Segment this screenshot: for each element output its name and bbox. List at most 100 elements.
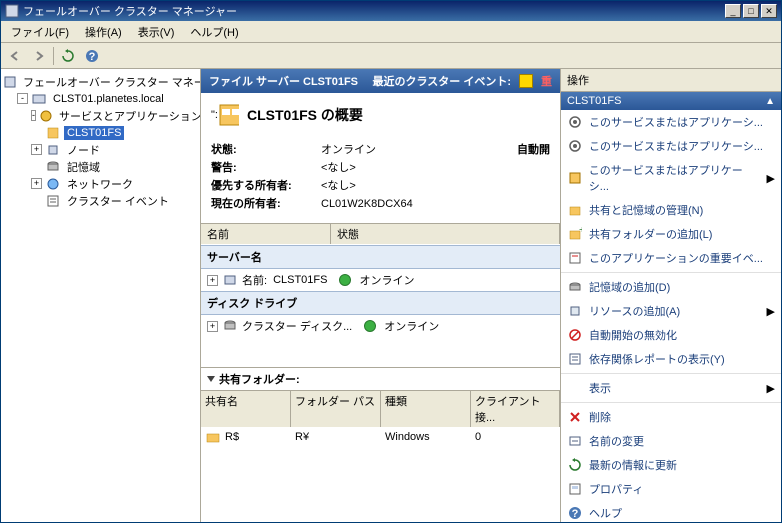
- expander-icon[interactable]: +: [207, 275, 218, 286]
- action-label: このサービスまたはアプリケーシ...: [589, 138, 763, 154]
- tree-services-label: サービスとアプリケーション: [56, 107, 201, 125]
- tree-cluster-label: CLST01.planetes.local: [50, 92, 167, 106]
- app-window: フェールオーバー クラスター マネージャー _ □ ✕ ファイル(F) 操作(A…: [0, 0, 782, 523]
- servers-group-header[interactable]: サーバー名: [201, 245, 560, 269]
- action-item[interactable]: 依存関係レポートの表示(Y): [561, 347, 781, 371]
- minimize-button[interactable]: _: [725, 4, 741, 18]
- events-icon: [45, 194, 61, 208]
- help-button[interactable]: ?: [82, 46, 102, 66]
- server-row[interactable]: + 名前: CLST01FS オンライン: [201, 269, 560, 291]
- expander-icon[interactable]: +: [31, 178, 42, 189]
- col-status[interactable]: 状態: [331, 224, 560, 244]
- expander-icon[interactable]: +: [31, 144, 42, 155]
- share-folder-icon: [205, 430, 221, 444]
- action-item[interactable]: プロパティ: [561, 477, 781, 501]
- tree-selected-app[interactable]: CLST01FS: [3, 124, 198, 141]
- share-section: 共有フォルダー: 共有名 フォルダー パス 種類 クライアント接... R$ R…: [201, 367, 560, 446]
- submenu-arrow-icon: ▶: [767, 305, 775, 318]
- action-item[interactable]: 自動開始の無効化: [561, 323, 781, 347]
- status-row-pref: 優先する所有者: <なし>: [211, 177, 550, 195]
- warning-icon: [519, 74, 533, 88]
- action-item[interactable]: リソースの追加(A)▶: [561, 299, 781, 323]
- server-status: オンライン: [359, 272, 414, 288]
- action-item[interactable]: ?ヘルプ: [561, 501, 781, 522]
- action-item[interactable]: 削除: [561, 405, 781, 429]
- action-item[interactable]: 記憶域の追加(D): [561, 275, 781, 299]
- status-row-alert: 警告: <なし>: [211, 159, 550, 177]
- action-icon: [567, 279, 583, 295]
- action-item[interactable]: 共有と記憶域の管理(N): [561, 198, 781, 222]
- action-item[interactable]: +共有フォルダーの追加(L): [561, 222, 781, 246]
- services-icon: [39, 109, 53, 123]
- maximize-button[interactable]: □: [743, 4, 759, 18]
- share-path: R¥: [295, 431, 385, 443]
- action-item[interactable]: 名前の変更: [561, 429, 781, 453]
- submenu-arrow-icon: ▶: [767, 172, 775, 185]
- tree-storage[interactable]: 記憶域: [3, 158, 198, 175]
- tree-cluster[interactable]: - CLST01.planetes.local: [3, 90, 198, 107]
- tree-events-label: クラスター イベント: [64, 192, 172, 210]
- expander-icon[interactable]: +: [207, 321, 218, 332]
- actions-list: このサービスまたはアプリケーシ... このサービスまたはアプリケーシ... このサー…: [561, 110, 781, 522]
- tree-services[interactable]: - サービスとアプリケーション: [3, 107, 198, 124]
- resource-list-header: 名前 状態: [201, 223, 560, 245]
- action-label: このアプリケーションの重要イベ...: [589, 250, 763, 266]
- menu-file[interactable]: ファイル(F): [5, 22, 75, 42]
- action-icon: [567, 170, 583, 186]
- col-name[interactable]: 名前: [201, 224, 331, 244]
- action-label: 記憶域の追加(D): [589, 279, 670, 295]
- action-item[interactable]: このサービスまたはアプリケーシ...: [561, 110, 781, 134]
- expander-icon[interactable]: -: [31, 110, 36, 121]
- menu-view[interactable]: 表示(V): [132, 22, 181, 42]
- action-icon: [567, 380, 583, 396]
- critical-label: 重: [541, 73, 552, 89]
- action-label: 表示: [589, 380, 611, 396]
- overview-row: ": CLST01FS の概要: [201, 93, 560, 137]
- action-icon: [567, 351, 583, 367]
- back-button[interactable]: [5, 46, 25, 66]
- share-row[interactable]: R$ R¥ Windows 0: [201, 428, 560, 446]
- tree-networks[interactable]: + ネットワーク: [3, 175, 198, 192]
- cluster-icon: [31, 92, 47, 106]
- menu-action[interactable]: 操作(A): [79, 22, 128, 42]
- network-icon: [45, 177, 61, 191]
- server-name-value: CLST01FS: [273, 274, 327, 286]
- share-col-type[interactable]: 種類: [381, 391, 471, 427]
- disk-status: オンライン: [384, 318, 439, 334]
- action-item[interactable]: このサービスまたはアプリケーシ...▶: [561, 158, 781, 198]
- status-row-state: 状態: オンライン 自動開: [211, 141, 550, 159]
- body-area: フェールオーバー クラスター マネージャー - CLST01.planetes.…: [1, 69, 781, 522]
- refresh-button[interactable]: [58, 46, 78, 66]
- pref-owner-value: <なし>: [321, 177, 356, 195]
- tree-nodes-label: ノード: [64, 141, 103, 159]
- share-col-clients[interactable]: クライアント接...: [471, 391, 560, 427]
- center-header: ファイル サーバー CLST01FS 最近のクラスター イベント: 重: [201, 69, 560, 93]
- share-toggle[interactable]: 共有フォルダー:: [201, 367, 560, 390]
- action-item[interactable]: このサービスまたはアプリケーシ...: [561, 134, 781, 158]
- action-item[interactable]: 表示▶: [561, 376, 781, 400]
- tree-nodes[interactable]: + ノード: [3, 141, 198, 158]
- action-item[interactable]: 最新の情報に更新: [561, 453, 781, 477]
- expander-icon[interactable]: -: [17, 93, 28, 104]
- share-col-name[interactable]: 共有名: [201, 391, 291, 427]
- actions-group-header[interactable]: CLST01FS ▲: [561, 92, 781, 110]
- tree-root-label: フェールオーバー クラスター マネージャー: [20, 73, 201, 91]
- action-item[interactable]: このアプリケーションの重要イベ...: [561, 246, 781, 270]
- action-label: 共有と記憶域の管理(N): [589, 202, 703, 218]
- action-icon: ?: [567, 505, 583, 521]
- actions-pane: 操作 CLST01FS ▲ このサービスまたはアプリケーシ...このサービスまた…: [561, 69, 781, 522]
- svg-text:+: +: [579, 227, 582, 236]
- menu-help[interactable]: ヘルプ(H): [184, 22, 244, 42]
- close-button[interactable]: ✕: [761, 4, 777, 18]
- share-col-path[interactable]: フォルダー パス: [291, 391, 381, 427]
- disks-group-header[interactable]: ディスク ドライブ: [201, 291, 560, 315]
- online-icon: [339, 274, 351, 286]
- forward-button[interactable]: [29, 46, 49, 66]
- action-icon: [567, 303, 583, 319]
- share-header: 共有名 フォルダー パス 種類 クライアント接...: [201, 390, 560, 428]
- disk-row[interactable]: + クラスター ディスク... オンライン: [201, 315, 560, 337]
- tree-events[interactable]: クラスター イベント: [3, 192, 198, 209]
- tree-pane[interactable]: フェールオーバー クラスター マネージャー - CLST01.planetes.…: [1, 69, 201, 522]
- tree-root[interactable]: フェールオーバー クラスター マネージャー: [3, 73, 198, 90]
- server-icon: [222, 273, 238, 287]
